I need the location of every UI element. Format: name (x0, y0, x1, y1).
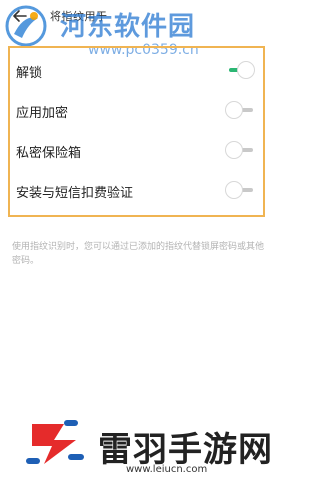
toggle-switch[interactable] (225, 101, 255, 119)
watermark-bottom-logo-icon (26, 420, 84, 464)
toggle-switch[interactable] (225, 141, 255, 159)
switch-knob (237, 61, 255, 79)
option-row-unlock[interactable]: 解锁 (10, 50, 263, 90)
switch-knob (225, 141, 243, 159)
switch-knob (225, 101, 243, 119)
header: 将指纹用于 (0, 0, 276, 32)
option-row-private-safe[interactable]: 私密保险箱 (10, 130, 263, 170)
toggle-switch[interactable] (225, 181, 255, 199)
option-label: 私密保险箱 (16, 146, 82, 161)
watermark-bottom: 雷羽手游网 www.leiucn.com (0, 410, 276, 483)
option-label: 安装与短信扣费验证 (16, 186, 134, 201)
back-arrow-icon[interactable] (12, 8, 28, 24)
option-row-install-sms[interactable]: 安装与短信扣费验证 (10, 170, 263, 210)
option-label: 解锁 (16, 66, 43, 81)
watermark-bottom-url: www.leiucn.com (126, 464, 208, 475)
hint-text: 使用指纹识别时，您可以通过已添加的指纹代替锁屏密码或其他密码。 (12, 242, 265, 266)
option-row-app-lock[interactable]: 应用加密 (10, 90, 263, 130)
toggle-switch[interactable] (225, 61, 255, 79)
page-title: 将指纹用于 (50, 10, 108, 23)
fingerprint-options: 解锁 应用加密 私密保险箱 安装与短信扣费验证 (8, 46, 265, 217)
switch-knob (225, 181, 243, 199)
option-label: 应用加密 (16, 106, 69, 121)
